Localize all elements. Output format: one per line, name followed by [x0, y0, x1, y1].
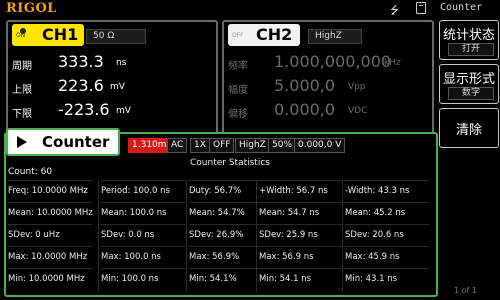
param-unit: mV — [110, 82, 125, 92]
soft-menu: Counter 统计状态 打开 显示形式 数字 清除 — [437, 0, 500, 300]
channel-1-low-row[interactable]: 下限 -223.6 mV — [12, 100, 212, 122]
statistics-grid: Freq: 10.0000 MHz Mean: 10.0000 MHz SDev… — [6, 180, 434, 292]
display-mode-button[interactable]: 显示形式 数字 — [439, 64, 499, 104]
lock-icon — [416, 2, 426, 14]
brand-logo: RIGOL — [6, 1, 57, 16]
counter-title: Counter — [42, 133, 110, 151]
channel-2-panel[interactable]: OFF CH2 HighZ 频率 1.000,000,000 kHz 幅度 5.… — [222, 20, 434, 144]
param-value: -223.6 — [58, 100, 110, 119]
param-value: 5.000,0 — [274, 76, 336, 95]
param-label: 偏移 — [228, 109, 248, 120]
stats-title: Counter Statistics — [190, 158, 270, 168]
param-value: 223.6 — [58, 76, 104, 95]
stat-cell: Mean: 10.0000 MHz — [8, 202, 93, 224]
page-indicator: 1 of 1 — [454, 286, 477, 295]
param-value: 1.000,000,000 — [274, 52, 392, 71]
channel-2-state: OFF — [232, 32, 244, 39]
menu-item-value: 数字 — [448, 87, 494, 100]
param-label: 频率 — [228, 61, 248, 72]
channel-1-state: ON — [16, 32, 26, 39]
param-unit: VDC — [348, 106, 368, 116]
stat-cell: Min: 10.0000 MHz — [8, 268, 92, 290]
hf-reject-setting[interactable]: OFF — [209, 138, 235, 153]
channel-1-period-row[interactable]: 周期 333.3 ns — [12, 52, 212, 74]
param-label: 下限 — [12, 109, 32, 120]
channel-1-name: CH1 — [42, 25, 79, 44]
stat-cell: Max: 56.9 ns — [259, 246, 343, 268]
stat-cell: Mean: 100.0 ns — [101, 202, 185, 224]
stat-cell: Period: 100.0 ns — [101, 180, 185, 202]
menu-item-label: 清除 — [455, 123, 482, 138]
channel-2-impedance[interactable]: HighZ — [308, 29, 362, 44]
stat-cell: Max: 10.0000 MHz — [8, 246, 92, 268]
top-status-bar: RIGOL ⭍ — [0, 0, 437, 18]
stat-cell: Max: 45.9 ns — [345, 246, 429, 268]
param-unit: ns — [116, 58, 127, 68]
channel-2-amplitude-row[interactable]: 幅度 5.000,0 Vpp — [228, 76, 428, 98]
trigger-level-setting[interactable]: 50% — [268, 138, 297, 153]
channel-2-frequency-row[interactable]: 频率 1.000,000,000 kHz — [228, 52, 428, 74]
statistics-state-button[interactable]: 统计状态 打开 — [439, 20, 499, 60]
param-unit: mV — [116, 106, 131, 116]
stat-cell: Freq: 10.0000 MHz — [8, 180, 92, 202]
frequency-column: Freq: 10.0000 MHz Mean: 10.0000 MHz SDev… — [6, 180, 93, 292]
stat-cell: Min: 100.0 ns — [101, 268, 185, 290]
stat-cell: SDev: 20.6 ns — [345, 224, 429, 246]
clear-button[interactable]: 清除 — [439, 108, 499, 148]
param-value: 0.000,0 — [274, 100, 336, 119]
param-unit: kHz — [384, 58, 401, 68]
stat-cell: SDev: 0.0 ns — [101, 224, 185, 246]
period-column: Period: 100.0 ns Mean: 100.0 ns SDev: 0.… — [98, 180, 185, 292]
channel-1-tag[interactable]: ON CH1 — [12, 24, 84, 46]
positive-width-column: +Width: 56.7 ns Mean: 54.7 ns SDev: 25.9… — [256, 180, 343, 292]
coupling-setting[interactable]: AC — [167, 138, 188, 153]
impedance-setting[interactable]: HighZ — [235, 138, 270, 153]
counter-tag[interactable]: Counter — [6, 128, 120, 156]
channel-2-offset-row[interactable]: 偏移 0.000,0 VDC — [228, 100, 428, 122]
menu-item-label: 显示形式 — [442, 72, 495, 87]
param-label: 周期 — [12, 61, 32, 72]
param-unit: Vpp — [348, 82, 366, 92]
stat-cell: Mean: 45.2 ns — [345, 202, 429, 224]
stat-cell: SDev: 0 uHz — [8, 224, 92, 246]
param-label: 幅度 — [228, 85, 248, 96]
channel-1-high-row[interactable]: 上限 223.6 mV — [12, 76, 212, 98]
menu-item-value: 打开 — [448, 43, 494, 56]
channel-2-tag[interactable]: OFF CH2 — [228, 24, 300, 46]
attenuation-setting[interactable]: 1X — [190, 138, 210, 153]
stat-cell: Mean: 54.7 ns — [259, 202, 343, 224]
usb-icon: ⭍ — [390, 4, 400, 17]
channel-1-impedance[interactable]: 50 Ω — [86, 29, 146, 44]
stat-cell: -Width: 43.3 ns — [345, 180, 429, 202]
stat-cell: +Width: 56.7 ns — [259, 180, 343, 202]
param-value: 333.3 — [58, 52, 104, 71]
menu-title: Counter — [440, 2, 483, 13]
sample-count: Count: 60 — [8, 167, 53, 177]
stat-cell: Min: 43.1 ns — [345, 268, 429, 290]
channel-1-panel[interactable]: ON CH1 50 Ω 周期 333.3 ns 上限 223.6 mV 下限 -… — [6, 20, 218, 144]
negative-width-column: -Width: 43.3 ns Mean: 45.2 ns SDev: 20.6… — [342, 180, 429, 292]
stat-cell: Max: 100.0 ns — [101, 246, 185, 268]
stat-cell: SDev: 25.9 ns — [259, 224, 343, 246]
menu-item-label: 统计状态 — [442, 28, 495, 43]
channel-2-name: CH2 — [256, 25, 293, 44]
play-icon — [17, 136, 27, 148]
param-label: 上限 — [12, 85, 32, 96]
stat-cell: Min: 54.1 ns — [259, 268, 343, 290]
threshold-setting[interactable]: 0.000,0 V — [294, 138, 346, 153]
